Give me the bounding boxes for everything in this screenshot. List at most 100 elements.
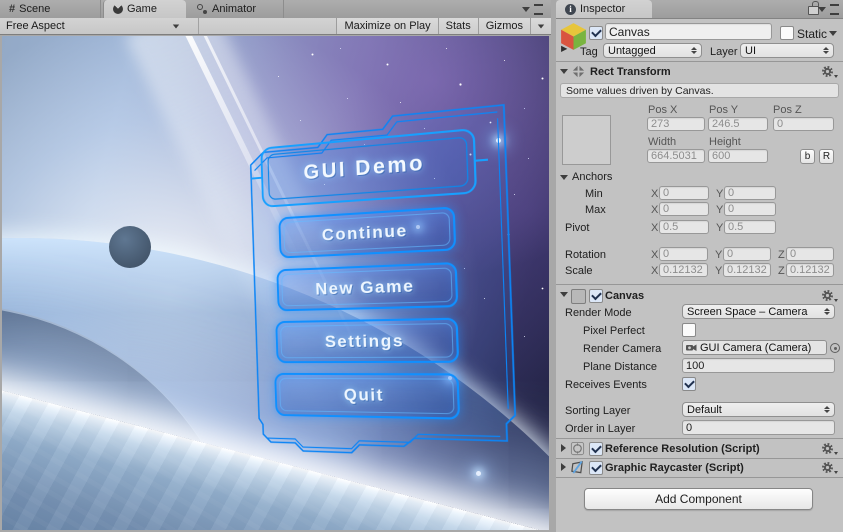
- graphic-raycaster-enabled-checkbox[interactable]: [589, 461, 603, 475]
- helpbox-text: Some values driven by Canvas.: [566, 84, 714, 97]
- max-label: Max: [585, 204, 606, 216]
- gear-icon[interactable]: [822, 66, 838, 78]
- raw-edit-mode-button[interactable]: R: [819, 149, 834, 164]
- pos-z-field[interactable]: 0: [773, 117, 834, 131]
- chevron-down-icon[interactable]: [818, 7, 826, 12]
- reference-resolution-enabled-checkbox[interactable]: [589, 442, 603, 456]
- rotation-x-field[interactable]: 0: [659, 247, 708, 261]
- chevron-down-icon[interactable]: [522, 7, 530, 12]
- gizmos-button[interactable]: Gizmos: [477, 18, 530, 34]
- pos-x-label: Pos X: [648, 104, 678, 116]
- layer-dropdown[interactable]: UI: [740, 43, 834, 58]
- canvas-foldout[interactable]: [560, 292, 568, 297]
- anchors-foldout[interactable]: [560, 175, 568, 180]
- gear-icon[interactable]: [822, 443, 838, 455]
- plane-distance-field[interactable]: 100: [682, 358, 835, 373]
- tab-scene[interactable]: # Scene: [0, 0, 101, 18]
- settings-button[interactable]: Settings: [275, 317, 460, 364]
- reference-resolution-foldout[interactable]: [561, 444, 566, 452]
- tab-inspector[interactable]: i Inspector: [556, 0, 652, 18]
- height-field[interactable]: 600: [708, 149, 768, 163]
- pivot-y-field[interactable]: 0.5: [724, 220, 776, 234]
- menu-icon[interactable]: [534, 4, 543, 15]
- axis-y-label: Y: [716, 188, 724, 200]
- axis-y-label: Y: [715, 265, 723, 277]
- pixel-perfect-checkbox[interactable]: [682, 323, 696, 337]
- layer-label: Layer: [710, 46, 738, 58]
- sorting-layer-label: Sorting Layer: [565, 405, 631, 417]
- rotation-y-field[interactable]: 0: [723, 247, 771, 261]
- width-label: Width: [648, 136, 677, 148]
- stars: [2, 36, 3, 37]
- width-field[interactable]: 664.5031: [647, 149, 705, 163]
- scale-x-field[interactable]: 0.12132: [659, 263, 708, 277]
- add-component-button[interactable]: Add Component: [584, 488, 813, 510]
- tab-scene-label: Scene: [19, 3, 51, 15]
- game-toolbar: Free Aspect Maximize on Play Stats Gizmo…: [0, 18, 551, 35]
- graphic-raycaster-title: Graphic Raycaster (Script): [605, 462, 744, 474]
- axis-z-label: Z: [778, 249, 785, 261]
- toolbar-right-group: Maximize on Play Stats Gizmos: [336, 18, 551, 34]
- axis-x-label: X: [651, 265, 659, 277]
- rotation-z-field[interactable]: 0: [786, 247, 834, 261]
- receives-events-checkbox[interactable]: [682, 377, 696, 391]
- order-in-layer-field[interactable]: 0: [682, 420, 835, 435]
- tag-dropdown[interactable]: Untagged: [603, 43, 702, 58]
- gizmos-label: Gizmos: [485, 20, 523, 32]
- game-tab-options[interactable]: [522, 4, 543, 15]
- render-camera-field[interactable]: GUI Camera (Camera): [682, 340, 827, 355]
- anchor-max-y-field[interactable]: 0: [724, 202, 776, 216]
- anchor-preview[interactable]: [562, 115, 611, 165]
- maximize-on-play-label: Maximize on Play: [344, 20, 431, 32]
- render-mode-label: Render Mode: [565, 307, 632, 319]
- render-mode-dropdown[interactable]: Screen Space – Camera: [682, 304, 835, 319]
- animator-icon: [197, 4, 208, 14]
- pivot-x-field[interactable]: 0.5: [659, 220, 709, 234]
- reference-resolution-icon: [570, 441, 585, 456]
- gameobject-name-field[interactable]: Canvas: [605, 23, 772, 40]
- aspect-dropdown[interactable]: Free Aspect: [0, 18, 199, 34]
- tab-game-label: Game: [127, 3, 157, 15]
- pos-y-field[interactable]: 246.5: [708, 117, 768, 131]
- static-checkbox[interactable]: [780, 26, 794, 40]
- updown-arrows-icon: [820, 406, 830, 413]
- anchor-min-y-field[interactable]: 0: [724, 186, 776, 200]
- moon: [109, 226, 151, 268]
- camera-icon: [686, 344, 697, 351]
- stats-button[interactable]: Stats: [437, 18, 478, 34]
- canvas-enabled-checkbox[interactable]: [589, 289, 603, 303]
- gear-icon[interactable]: [822, 462, 838, 474]
- axis-x-label: X: [651, 222, 659, 234]
- anchor-max-x-field[interactable]: 0: [659, 202, 709, 216]
- anchor-min-x-field[interactable]: 0: [659, 186, 709, 200]
- menu-icon[interactable]: [830, 4, 839, 15]
- pos-x-field[interactable]: 273: [647, 117, 705, 131]
- receives-events-label: Receives Events: [565, 379, 647, 391]
- static-dropdown-arrow[interactable]: [829, 31, 837, 36]
- object-picker-icon[interactable]: [830, 343, 840, 353]
- blueprint-mode-button[interactable]: b: [800, 149, 815, 164]
- inspector-options[interactable]: [818, 4, 839, 15]
- active-checkbox[interactable]: [589, 26, 603, 40]
- tab-game[interactable]: Game: [103, 0, 186, 18]
- graphic-raycaster-foldout[interactable]: [561, 463, 566, 471]
- gear-icon[interactable]: [822, 290, 838, 302]
- scale-z-field[interactable]: 0.12132: [786, 263, 834, 277]
- gameobject-name: Canvas: [609, 24, 650, 39]
- quit-button[interactable]: Quit: [274, 372, 461, 420]
- scale-y-field[interactable]: 0.12132: [723, 263, 771, 277]
- plane-distance-label: Plane Distance: [583, 361, 657, 373]
- maximize-on-play-button[interactable]: Maximize on Play: [336, 18, 438, 34]
- new-game-button[interactable]: New Game: [276, 261, 459, 312]
- stats-label: Stats: [445, 20, 471, 32]
- sorting-layer-dropdown[interactable]: Default: [682, 402, 835, 417]
- tab-animator[interactable]: Animator: [188, 0, 284, 18]
- gizmos-dropdown-arrow[interactable]: [530, 18, 551, 34]
- axis-x-label: X: [651, 188, 659, 200]
- add-component-label: Add Component: [655, 492, 742, 506]
- updown-arrows-icon: [687, 47, 697, 54]
- tab-animator-label: Animator: [212, 3, 257, 15]
- game-tabstrip: # Scene Game Animator: [0, 0, 551, 19]
- rotation-label: Rotation: [565, 249, 606, 261]
- rect-transform-foldout[interactable]: [560, 69, 568, 74]
